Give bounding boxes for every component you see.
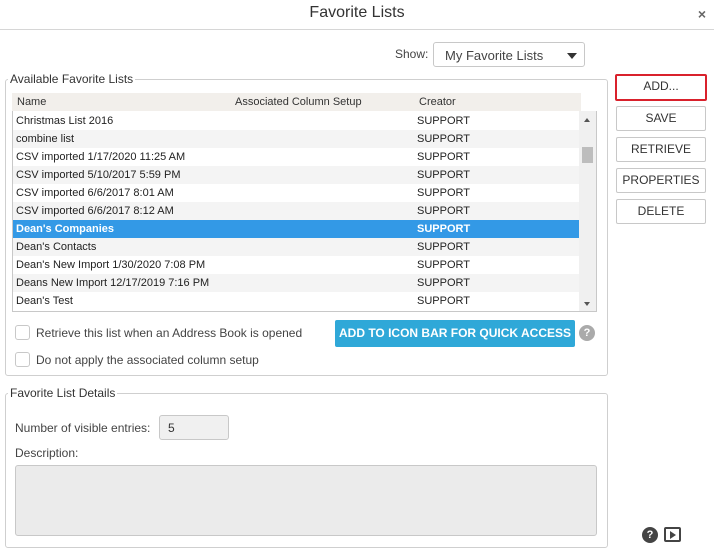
row-name: Dean's Companies [16, 223, 114, 235]
row-creator: SUPPORT [417, 295, 470, 307]
table-row[interactable]: Deans New Import 12/17/2019 7:16 PM SUPPO… [13, 274, 580, 292]
row-creator: SUPPORT [417, 115, 470, 127]
row-name: CSV imported 5/10/2017 5:59 PM [16, 169, 181, 181]
table-row[interactable]: Dean's Companies SUPPORT [13, 220, 580, 238]
description-label: Description: [15, 446, 79, 460]
show-label: Show: [395, 47, 429, 61]
column-header-name[interactable]: Name [17, 96, 46, 108]
retrieve-button[interactable]: RETRIEVE [616, 137, 706, 162]
no-column-setup-checkbox[interactable] [15, 352, 30, 367]
row-name: CSV imported 6/6/2017 8:12 AM [16, 205, 174, 217]
scroll-thumb[interactable] [582, 147, 593, 163]
scroll-up-icon[interactable] [584, 118, 590, 122]
help-icon[interactable]: ? [642, 527, 658, 543]
save-button[interactable]: SAVE [616, 106, 706, 131]
table-row[interactable]: CSV imported 1/17/2020 11:25 AM SUPPORT [13, 148, 580, 166]
retrieve-on-open-checkbox[interactable] [15, 325, 30, 340]
play-icon [670, 531, 676, 539]
table-row[interactable]: CSV imported 5/10/2017 5:59 PM SUPPORT [13, 166, 580, 184]
available-lists-legend: Available Favorite Lists [10, 72, 134, 86]
row-name: Dean's New Import 1/30/2020 7:08 PM [16, 259, 206, 271]
row-creator: SUPPORT [417, 223, 471, 235]
row-name: Christmas List 2016 [16, 115, 114, 127]
table-row[interactable]: CSV imported 6/6/2017 8:01 AM SUPPORT [13, 184, 580, 202]
row-creator: SUPPORT [417, 205, 470, 217]
row-name: Dean's Contacts [16, 241, 97, 253]
add-to-icon-bar-button[interactable]: ADD TO ICON BAR FOR QUICK ACCESS [335, 320, 575, 347]
add-button[interactable]: ADD... [615, 74, 707, 101]
table-row[interactable]: CSV imported 6/6/2017 8:12 AM SUPPORT [13, 202, 580, 220]
chevron-down-icon [567, 53, 577, 59]
row-creator: SUPPORT [417, 133, 470, 145]
description-field[interactable] [15, 465, 597, 536]
retrieve-on-open-label: Retrieve this list when an Address Book … [36, 326, 303, 340]
show-dropdown-value: My Favorite Lists [445, 48, 544, 63]
visible-entries-label: Number of visible entries: [15, 421, 151, 435]
row-name: Dean's Test [16, 295, 73, 307]
table-row[interactable]: combine list SUPPORT [13, 130, 580, 148]
window-title: Favorite Lists [309, 4, 405, 21]
no-column-setup-label: Do not apply the associated column setup [36, 353, 259, 367]
row-name: CSV imported 1/17/2020 11:25 AM [16, 151, 186, 163]
video-tutorial-icon[interactable] [664, 527, 681, 542]
favorite-lists-table[interactable]: Christmas List 2016 SUPPORT combine list SU… [12, 111, 597, 312]
row-creator: SUPPORT [417, 151, 470, 163]
close-icon[interactable]: × [698, 6, 706, 22]
visible-entries-field[interactable]: 5 [159, 415, 229, 440]
row-name: combine list [16, 133, 75, 145]
table-row[interactable]: Dean's New Import 1/30/2020 7:08 PM SUPPO… [13, 256, 580, 274]
list-header: Name Associated Column Setup Creator [12, 93, 581, 111]
table-row[interactable]: Dean's Contacts SUPPORT [13, 238, 580, 256]
column-header-setup[interactable]: Associated Column Setup [235, 96, 362, 108]
row-name: Deans New Import 12/17/2019 7:16 PM [16, 277, 210, 289]
table-row[interactable]: Christmas List 2016 SUPPORT [13, 112, 580, 130]
row-creator: SUPPORT [417, 169, 470, 181]
table-row[interactable]: Dean's Test SUPPORT [13, 292, 580, 310]
row-creator: SUPPORT [417, 241, 470, 253]
row-creator: SUPPORT [417, 277, 470, 289]
title-bar: Favorite Lists × [0, 0, 714, 30]
help-icon[interactable]: ? [579, 325, 595, 341]
column-header-creator[interactable]: Creator [419, 96, 456, 108]
row-name: CSV imported 6/6/2017 8:01 AM [16, 187, 174, 199]
scroll-down-icon[interactable] [584, 302, 590, 306]
row-creator: SUPPORT [417, 259, 470, 271]
show-dropdown[interactable]: My Favorite Lists [433, 42, 585, 67]
vertical-scrollbar[interactable] [579, 111, 596, 311]
properties-button[interactable]: PROPERTIES [616, 168, 706, 193]
list-details-legend: Favorite List Details [10, 386, 116, 400]
delete-button[interactable]: DELETE [616, 199, 706, 224]
row-creator: SUPPORT [417, 187, 470, 199]
